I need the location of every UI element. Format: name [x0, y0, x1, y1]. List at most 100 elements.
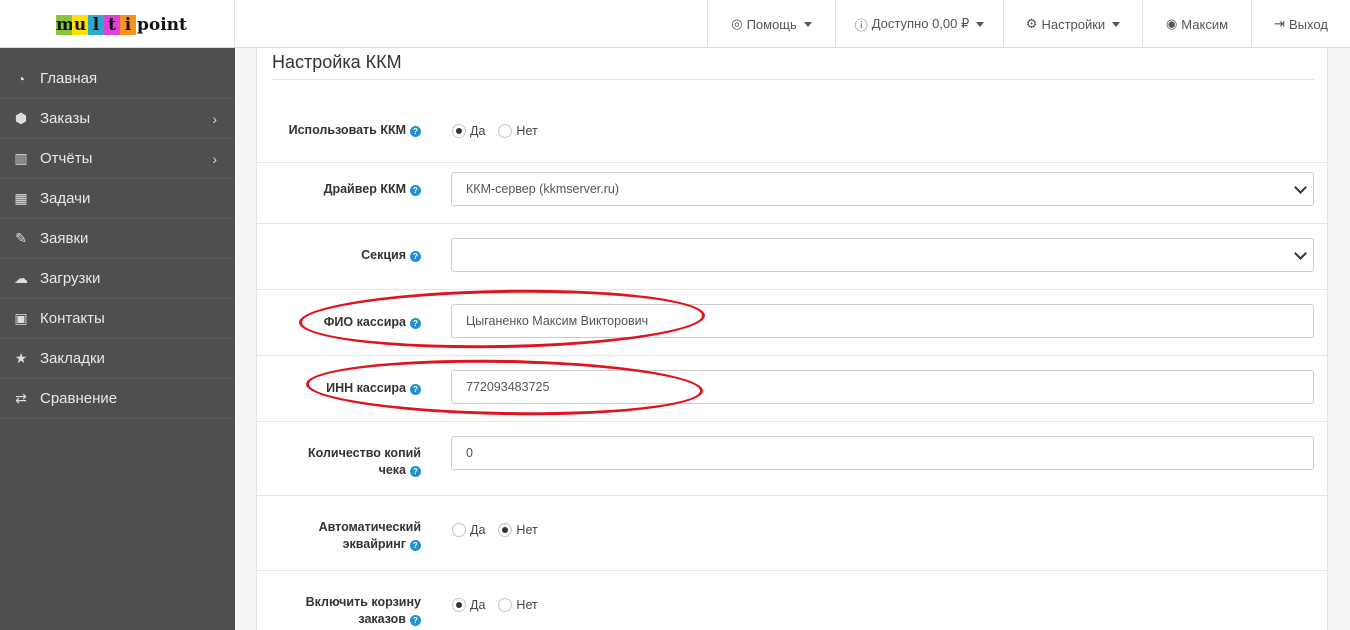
divider: [272, 79, 1314, 80]
main-content: Настройка ККМ Использовать ККМ? Да Нет Д…: [235, 48, 1350, 630]
logo-text: point: [137, 15, 187, 35]
field-label: Включить корзину заказов?: [306, 594, 421, 628]
cashier-name-value: Цыганенко Максим Викторович: [466, 314, 649, 328]
logo-container: m u l t i point: [0, 0, 235, 48]
form-row-use-kkm: Использовать ККМ? Да Нет: [257, 103, 1327, 163]
help-icon[interactable]: ?: [410, 185, 421, 196]
settings-menu[interactable]: ⚙ Настройки: [1003, 0, 1142, 48]
form-row-section: Секция?: [257, 224, 1327, 290]
form-row-cashier-inn: ИНН кассира? 772093483725: [257, 356, 1327, 422]
radio-yes[interactable]: [452, 598, 466, 612]
help-icon[interactable]: ?: [410, 126, 421, 137]
caret-down-icon: [1112, 21, 1121, 27]
sidebar-item-orders[interactable]: ⬢ Заказы ›: [0, 99, 235, 139]
field-label-text: ФИО кассира: [323, 315, 406, 329]
dashboard-icon: ◔: [16, 70, 26, 87]
logout-link[interactable]: ⇥ Выход: [1251, 0, 1350, 48]
orders-cart-yes-option[interactable]: Да: [452, 598, 485, 612]
field-label-text: Автоматический: [318, 520, 421, 534]
radio-yes[interactable]: [452, 124, 466, 138]
chevron-down-icon: [1294, 181, 1307, 194]
cashier-inn-value: 772093483725: [466, 380, 550, 394]
sidebar: ◔ Главная ⬢ Заказы › ▥ Отчёты › ▦ Задачи…: [0, 48, 235, 630]
help-icon[interactable]: ?: [410, 251, 421, 262]
logo-letter: t: [104, 15, 120, 35]
sidebar-item-label: Задачи: [40, 190, 91, 207]
form-row-cashier-name: ФИО кассира? Цыганенко Максим Викторович: [257, 290, 1327, 356]
auto-acquiring-yes-option[interactable]: Да: [452, 523, 485, 537]
help-menu[interactable]: ◎ Помощь: [707, 0, 835, 48]
help-menu-label: Помощь: [746, 16, 797, 32]
sidebar-item-label: Отчёты: [40, 150, 93, 167]
radio-label: Нет: [516, 598, 538, 612]
field-label-text: Использовать ККМ: [288, 123, 406, 137]
field-label-text: эквайринг: [342, 537, 406, 551]
balance-label: Доступно 0,00 ₽: [871, 16, 970, 31]
orders-cart-no-option[interactable]: Нет: [498, 598, 538, 612]
sidebar-item-contacts[interactable]: ▣ Контакты: [0, 299, 235, 339]
chevron-right-icon: ›: [212, 111, 217, 127]
user-menu[interactable]: ◉ Максим: [1142, 0, 1251, 48]
section-select[interactable]: [451, 238, 1314, 272]
cube-icon: ⬢: [14, 110, 28, 126]
sidebar-item-downloads[interactable]: ☁ Загрузки: [0, 259, 235, 299]
sidebar-item-compare[interactable]: ⇄ Сравнение: [0, 379, 235, 419]
help-icon[interactable]: ?: [410, 318, 421, 329]
sidebar-item-label: Заказы: [40, 110, 91, 127]
field-label: Количество копий чека?: [308, 445, 421, 479]
exchange-icon: ⇄: [15, 390, 27, 406]
use-kkm-yes-option[interactable]: Да: [452, 124, 485, 138]
sidebar-item-home[interactable]: ◔ Главная: [0, 59, 235, 99]
auto-acquiring-radio-group: Да Нет: [452, 523, 551, 537]
bar-chart-icon: ▥: [14, 150, 28, 166]
help-icon[interactable]: ?: [410, 540, 421, 551]
driver-select[interactable]: ККМ-сервер (kkmserver.ru): [451, 172, 1314, 206]
life-ring-icon: ◎: [731, 16, 743, 31]
user-circle-icon: ◉: [1165, 16, 1178, 31]
radio-no[interactable]: [498, 523, 513, 537]
field-label-text: чека: [378, 463, 406, 477]
field-label-text: заказов: [358, 612, 406, 626]
auto-acquiring-no-option[interactable]: Нет: [498, 523, 538, 537]
cashier-name-input[interactable]: Цыганенко Максим Викторович: [451, 304, 1314, 338]
balance-menu[interactable]: ⓘ Доступно 0,00 ₽: [835, 0, 1003, 48]
help-icon[interactable]: ?: [410, 466, 421, 477]
logo[interactable]: m u l t i point: [56, 15, 187, 35]
sign-out-icon: ⇥: [1274, 16, 1285, 31]
sidebar-item-bookmarks[interactable]: ★ Закладки: [0, 339, 235, 379]
top-navbar: m u l t i point ◎ Помощь ⓘ Доступно 0,00…: [0, 0, 1350, 48]
help-icon[interactable]: ?: [410, 615, 421, 626]
radio-no[interactable]: [498, 598, 513, 612]
receipt-copies-input[interactable]: 0: [451, 436, 1314, 470]
caret-down-icon: [803, 21, 812, 27]
form-row-orders-cart: Включить корзину заказов? Да Нет: [257, 571, 1327, 630]
use-kkm-no-option[interactable]: Нет: [498, 124, 538, 138]
field-label: Автоматический эквайринг?: [319, 519, 421, 553]
sidebar-item-label: Сравнение: [40, 390, 118, 407]
sidebar-item-tasks[interactable]: ▦ Задачи: [0, 179, 235, 219]
radio-label: Нет: [516, 523, 538, 537]
chevron-down-icon: [1294, 247, 1307, 260]
cashier-inn-input[interactable]: 772093483725: [451, 370, 1314, 404]
sidebar-item-label: Закладки: [40, 350, 105, 367]
sidebar-item-label: Загрузки: [40, 270, 101, 287]
logo-letter: u: [72, 15, 88, 35]
sidebar-item-reports[interactable]: ▥ Отчёты ›: [0, 139, 235, 179]
radio-label: Да: [470, 523, 486, 537]
sidebar-item-requests[interactable]: ✎ Заявки: [0, 219, 235, 259]
logo-letter: i: [120, 15, 136, 35]
radio-yes[interactable]: [452, 523, 466, 537]
settings-menu-label: Настройки: [1041, 16, 1106, 32]
orders-cart-radio-group: Да Нет: [452, 598, 551, 612]
radio-label: Да: [470, 598, 486, 612]
radio-no[interactable]: [498, 124, 513, 138]
use-kkm-radio-group: Да Нет: [452, 124, 551, 138]
field-label-text: Драйвер ККМ: [323, 182, 406, 196]
address-book-icon: ▣: [14, 310, 28, 326]
field-label-text: Количество копий: [308, 446, 421, 460]
help-icon[interactable]: ?: [410, 384, 421, 395]
field-label-text: Включить корзину: [305, 595, 421, 609]
radio-label: Нет: [516, 124, 538, 138]
edit-icon: ✎: [15, 230, 27, 246]
form-row-auto-acquiring: Автоматический эквайринг? Да Нет: [257, 496, 1327, 571]
